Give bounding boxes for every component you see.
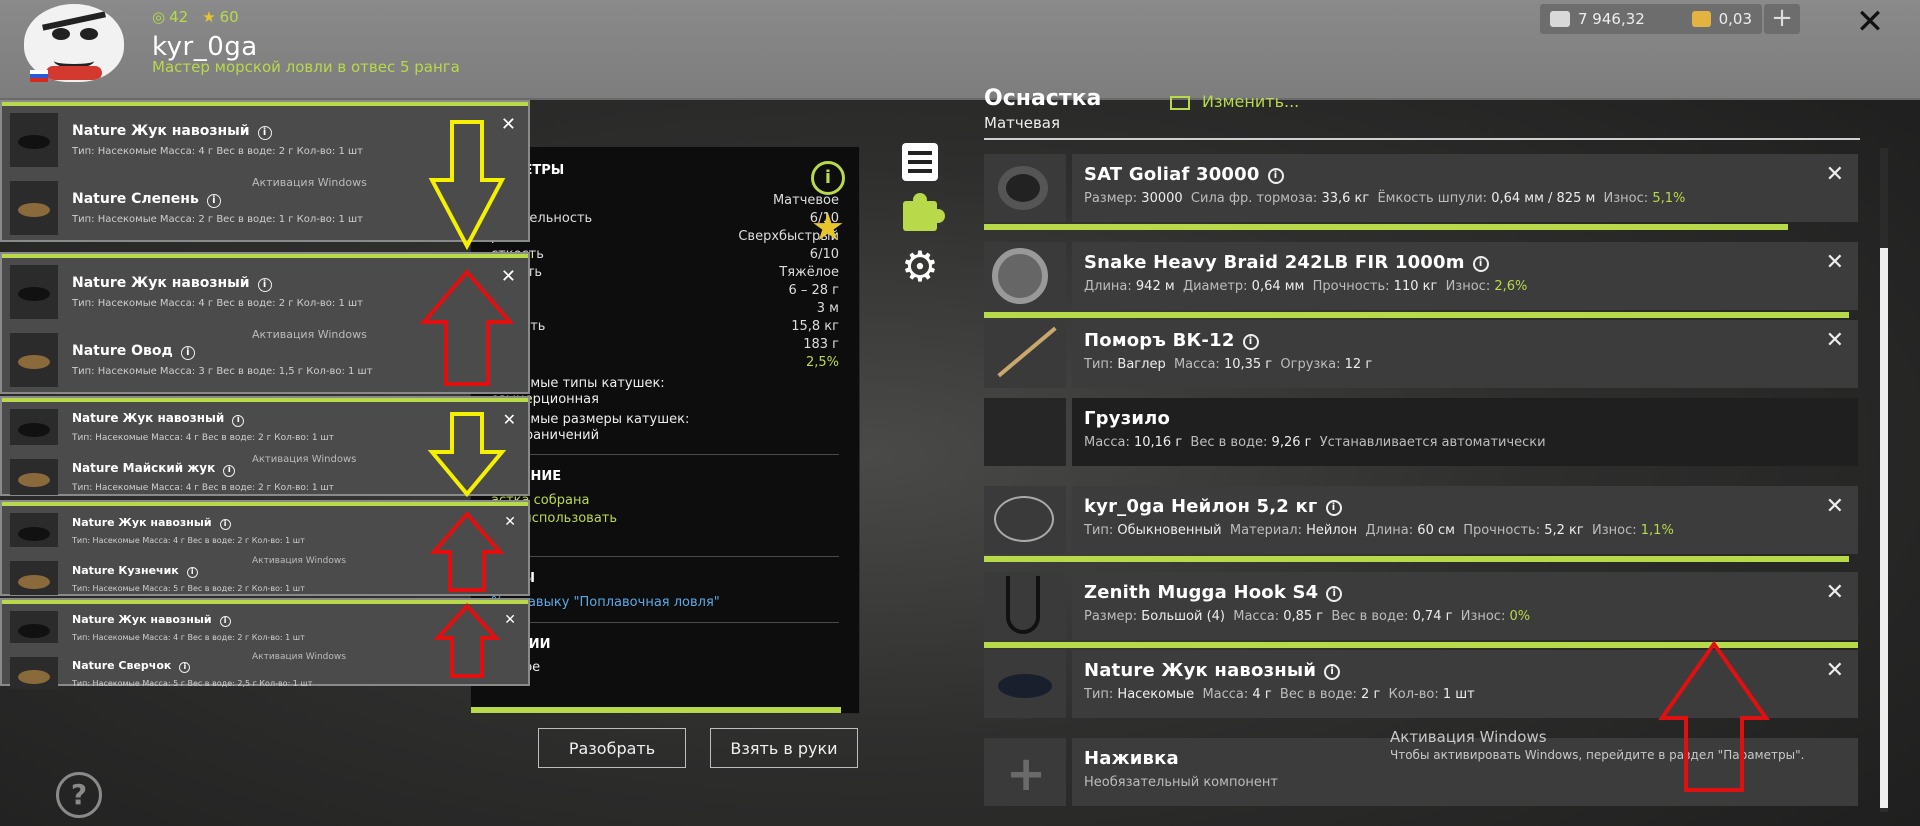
yellow-down-arrow xyxy=(427,120,507,498)
yellow-arrow-2 xyxy=(427,412,507,498)
annotation-arrows xyxy=(419,120,1770,792)
red-up-arrow-4 xyxy=(1658,640,1770,792)
yellow-arrow-1 xyxy=(428,120,506,251)
red-up-arrow-2 xyxy=(429,510,505,592)
red-up-arrow-1 xyxy=(419,268,515,386)
red-up-arrow-3 xyxy=(433,603,501,678)
